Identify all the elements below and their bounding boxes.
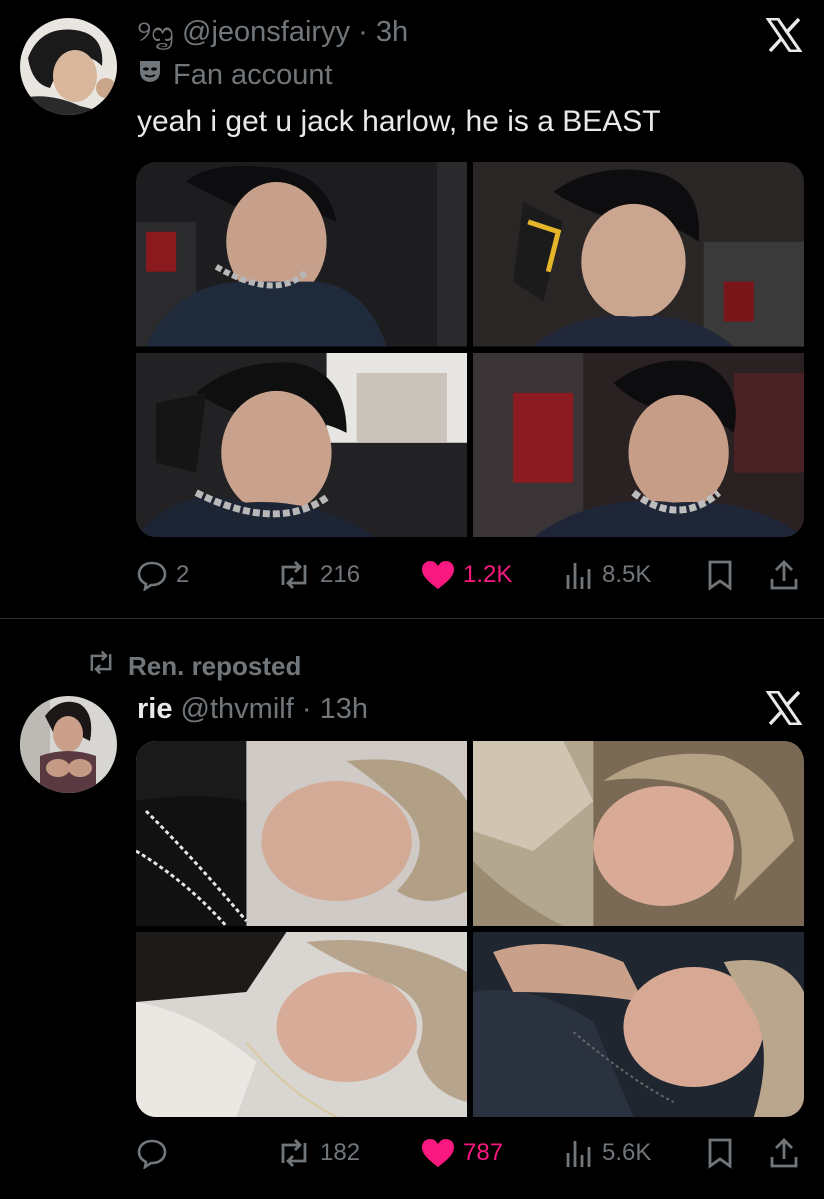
account-label: Fan account: [137, 58, 333, 92]
like-button[interactable]: 787: [421, 1133, 503, 1173]
bookmark-icon: [706, 1137, 734, 1169]
timestamp[interactable]: 13h: [320, 693, 368, 725]
separator: ·: [301, 693, 312, 725]
repost-small-icon: [86, 649, 116, 683]
media-photo-1[interactable]: [136, 162, 467, 347]
tweet-header: ୨ᦗ @jeonsfairyy · 3h: [137, 16, 408, 51]
bookmark-icon: [706, 559, 734, 591]
repost-icon: [276, 559, 312, 591]
reply-button[interactable]: 2: [136, 555, 189, 595]
media-photo-2[interactable]: [473, 162, 804, 347]
share-button[interactable]: [768, 1133, 800, 1173]
like-count: 787: [463, 1139, 504, 1166]
like-button[interactable]: 1.2K: [421, 555, 512, 595]
share-icon: [768, 559, 800, 591]
views-icon: [564, 559, 594, 591]
views-count: 5.6K: [602, 1139, 652, 1166]
tweet-header: rie @thvmilf · 13h: [137, 693, 368, 726]
views-icon: [564, 1137, 594, 1169]
separator: ·: [358, 16, 368, 48]
timestamp[interactable]: 3h: [376, 16, 408, 48]
media-grid: [136, 741, 804, 1117]
bookmark-button[interactable]: [706, 1133, 734, 1173]
media-photo-1[interactable]: [136, 741, 467, 926]
action-bar: 2 216 1.2K 8.5K: [136, 555, 804, 595]
heart-filled-icon: [421, 1138, 455, 1168]
author-handle[interactable]: @thvmilf: [181, 693, 294, 725]
repost-count: 216: [320, 561, 361, 588]
repost-count: 182: [320, 1139, 361, 1166]
media-photo-4[interactable]: [473, 352, 804, 537]
avatar[interactable]: [20, 18, 117, 115]
media-photo-3[interactable]: [136, 352, 467, 537]
views-button[interactable]: 8.5K: [564, 555, 651, 595]
repost-button[interactable]: 182: [276, 1133, 360, 1173]
media-photo-3[interactable]: [136, 932, 467, 1117]
author-handle[interactable]: @jeonsfairyy: [182, 16, 350, 48]
x-logo-icon: [765, 17, 803, 53]
reply-button[interactable]: [136, 1133, 176, 1173]
repost-icon: [276, 1137, 312, 1169]
tweet-2[interactable]: Ren. reposted rie @thvmilf · 13h 182 787…: [0, 619, 824, 1199]
tweet-text: yeah i get u jack harlow, he is a BEAST: [137, 105, 661, 138]
views-count: 8.5K: [602, 561, 652, 588]
avatar[interactable]: [20, 696, 117, 793]
share-icon: [768, 1137, 800, 1169]
share-button[interactable]: [768, 555, 800, 595]
views-button[interactable]: 5.6K: [564, 1133, 651, 1173]
like-count: 1.2K: [463, 561, 513, 588]
author-name[interactable]: rie: [137, 693, 172, 725]
mask-icon: [137, 58, 163, 92]
repost-button[interactable]: 216: [276, 555, 360, 595]
repost-by-text[interactable]: Ren. reposted: [128, 651, 301, 682]
repost-context: Ren. reposted: [86, 649, 301, 683]
heart-filled-icon: [421, 560, 455, 590]
reply-count: 2: [176, 561, 190, 588]
media-photo-2[interactable]: [473, 741, 804, 926]
action-bar: 182 787 5.6K: [136, 1133, 804, 1173]
x-logo-icon: [765, 690, 803, 726]
author-name[interactable]: ୨ᦗ: [137, 16, 174, 48]
tweet-1[interactable]: ୨ᦗ @jeonsfairyy · 3h Fan account yeah i …: [0, 0, 824, 618]
media-photo-4[interactable]: [473, 932, 804, 1117]
bookmark-button[interactable]: [706, 555, 734, 595]
media-grid: [136, 162, 804, 537]
reply-icon: [136, 559, 168, 591]
account-label-text: Fan account: [173, 58, 333, 91]
reply-icon: [136, 1137, 168, 1169]
